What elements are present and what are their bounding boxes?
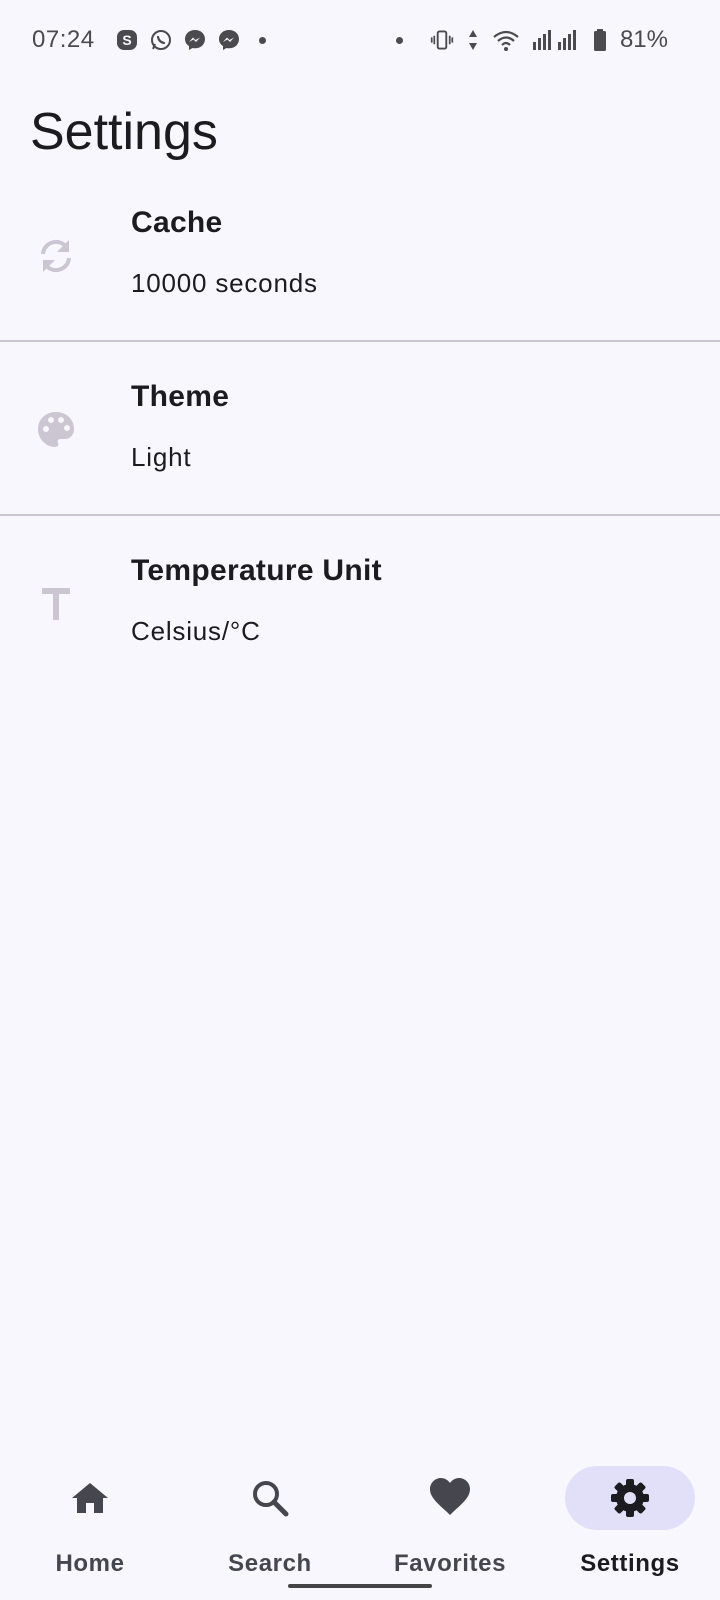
setting-title: Theme: [131, 380, 230, 413]
nav-label: Search: [228, 1550, 312, 1577]
nav-label: Favorites: [393, 1550, 507, 1577]
nav-label: Home: [55, 1550, 125, 1577]
vibrate-icon: [430, 28, 454, 52]
setting-value: Light: [131, 442, 192, 472]
nav-item-search[interactable]: Search: [180, 1440, 360, 1577]
settings-list: Cache 10000 seconds Theme Light Temperat…: [0, 168, 720, 688]
status-bar-left: 07:24 S: [32, 22, 285, 58]
signal-icon: [532, 28, 580, 52]
setting-item-cache[interactable]: Cache 10000 seconds: [0, 168, 720, 342]
home-icon: [68, 1476, 112, 1520]
status-time: 07:24: [32, 26, 95, 53]
setting-value: Celsius/°C: [131, 616, 261, 646]
search-icon: [248, 1476, 292, 1520]
palette-icon: [34, 408, 78, 452]
battery-percent: 81%: [619, 26, 668, 53]
nav-item-home[interactable]: Home: [0, 1440, 180, 1577]
nav-label: Settings: [580, 1550, 680, 1577]
status-bar-right: 81%: [384, 22, 668, 58]
home-indicator[interactable]: [288, 1584, 432, 1588]
setting-item-theme[interactable]: Theme Light: [0, 342, 720, 516]
setting-title: Cache: [131, 206, 223, 239]
setting-title: Temperature Unit: [131, 554, 382, 587]
setting-value: 10000 seconds: [131, 268, 318, 298]
nav-item-settings[interactable]: Settings: [540, 1440, 720, 1577]
page-title: Settings: [30, 103, 218, 161]
wifi-icon: [492, 28, 520, 52]
text-t-icon: [34, 582, 78, 626]
dot-icon: [388, 28, 412, 52]
sync-icon: [34, 234, 78, 278]
data-arrows-icon: [466, 28, 480, 52]
battery-icon: [592, 28, 608, 52]
notification-dot-icon: [251, 28, 275, 52]
heart-icon: [428, 1476, 472, 1520]
bottom-navigation: Home Search Favorites Settings: [0, 1440, 720, 1600]
messenger-icon: [217, 28, 241, 52]
svg-text:S: S: [122, 32, 131, 48]
messenger-icon: [183, 28, 207, 52]
skype-icon: S: [115, 28, 139, 52]
nav-item-favorites[interactable]: Favorites: [360, 1440, 540, 1577]
gear-icon: [608, 1476, 652, 1520]
setting-item-temperature-unit[interactable]: Temperature Unit Celsius/°C: [0, 516, 720, 688]
whatsapp-icon: [149, 28, 173, 52]
status-bar: 07:24 S 81%: [0, 0, 720, 80]
